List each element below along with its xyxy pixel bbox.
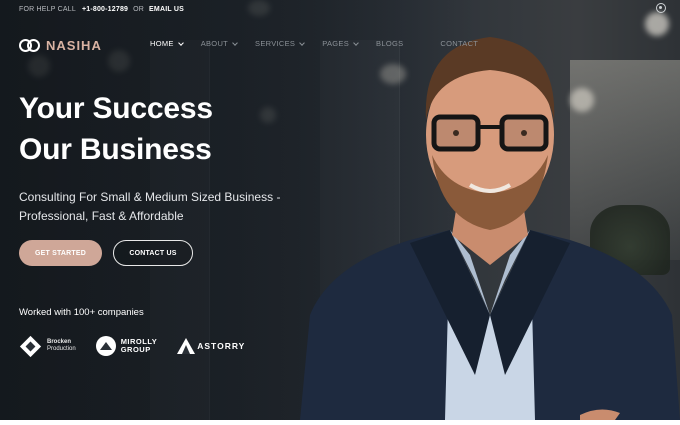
partner-name: ASTORRY <box>197 341 246 351</box>
hero-headline: Your Success Our Business <box>19 88 213 170</box>
hero-subheadline: Consulting For Small & Medium Sized Busi… <box>19 188 280 226</box>
bottom-edge <box>0 420 680 425</box>
partner-logos: Brocken Production MIROLLY GROUP ASTORRY <box>19 335 265 357</box>
nav-item-contact[interactable]: CONTACT <box>440 39 478 48</box>
nav-item-label: CONTACT <box>440 39 479 48</box>
partner-brocken: Brocken Production <box>19 335 76 357</box>
nav-item-label: BLOGS <box>376 39 404 48</box>
partner-mirolly: MIROLLY GROUP <box>95 336 158 356</box>
subheadline-line-1: Consulting For Small & Medium Sized Busi… <box>19 190 281 204</box>
nav-item-label: PAGES <box>322 39 350 48</box>
get-started-button[interactable]: GET STARTED <box>19 240 102 266</box>
partner-astorry: ASTORRY <box>177 338 245 354</box>
double-ring-logo-icon <box>19 38 41 52</box>
diamond-logo-icon <box>19 335 42 357</box>
nav-item-services[interactable]: SERVICES <box>255 39 306 48</box>
chevron-down-icon <box>177 39 184 46</box>
hero-section: FOR HELP CALL +1-800-12789 OR EMAIL US N… <box>0 0 680 420</box>
mountain-circle-logo-icon <box>95 336 116 356</box>
chevron-down-icon <box>299 39 306 46</box>
nav-item-label: HOME <box>150 39 174 48</box>
nav-item-blogs[interactable]: BLOGS <box>376 39 403 48</box>
contact-us-button[interactable]: CONTACT US <box>113 240 193 266</box>
brand-name: NASIHA <box>46 37 102 53</box>
chevron-down-icon <box>353 39 359 46</box>
email-link[interactable]: EMAIL US <box>149 6 184 13</box>
hero-person-photo <box>300 37 680 420</box>
chevron-down-icon <box>232 39 238 46</box>
worked-with-label: Worked with 100+ companies <box>19 307 144 318</box>
nav-item-about[interactable]: ABOUT <box>200 39 238 48</box>
brand-logo[interactable]: NASIHA <box>19 38 102 53</box>
partner-subname: Production <box>47 346 76 352</box>
partner-subname: GROUP <box>120 345 151 354</box>
triangle-a-logo-icon <box>177 338 196 354</box>
partner-name: Brocken <box>47 339 72 345</box>
nav-item-label: SERVICES <box>255 39 296 48</box>
nav-item-pages[interactable]: PAGES <box>322 39 359 48</box>
nav-menu: HOME ABOUT SERVICES PAGES BLOGS CONTACT <box>150 39 496 48</box>
gear-icon[interactable] <box>656 3 666 13</box>
or-separator: OR <box>133 5 145 13</box>
nav-item-label: ABOUT <box>200 39 229 48</box>
subheadline-line-2: Professional, Fast & Affordable <box>19 209 184 223</box>
headline-line-2: Our Business <box>19 133 212 166</box>
headline-line-1: Your Success <box>19 92 213 125</box>
help-label: FOR HELP CALL <box>19 5 76 13</box>
top-contact-bar: FOR HELP CALL +1-800-12789 OR EMAIL US <box>0 0 680 18</box>
phone-link[interactable]: +1-800-12789 <box>82 6 128 13</box>
main-navigation: NASIHA HOME ABOUT SERVICES PAGES BLOGS C… <box>19 36 680 54</box>
nav-item-home[interactable]: HOME <box>150 39 184 48</box>
